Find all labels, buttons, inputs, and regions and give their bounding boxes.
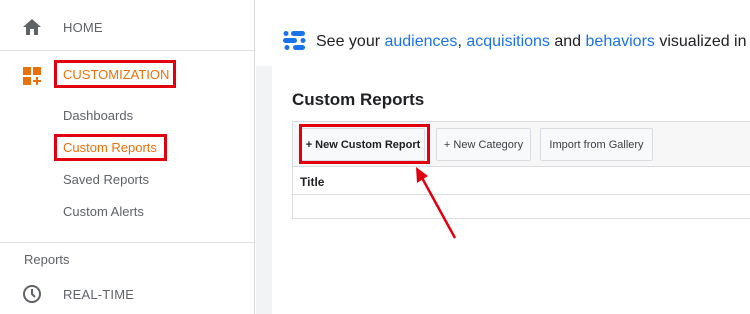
banner-sep: , [457,33,467,50]
divider [0,242,254,243]
link-behaviors[interactable]: behaviors [586,33,655,50]
banner-sep: and [549,33,586,50]
home-icon [23,19,41,35]
section-title-reports: Reports [24,252,70,267]
banner-prefix: See your [316,33,385,50]
highlight-box-custom-reports [54,134,167,161]
highlight-box-new-custom-report [299,124,430,164]
custom-reports-card: Custom Reports + New Custom Report + New… [272,66,750,314]
nav-home[interactable]: HOME [0,7,254,47]
link-audiences[interactable]: audiences [384,33,457,50]
nav-realtime[interactable]: REAL-TIME [0,276,254,312]
import-from-gallery-button[interactable]: Import from Gallery [540,128,653,161]
sidebar: HOME CUSTOMIZATION Dashboards Custom Rep… [0,0,255,314]
customization-icon [23,67,41,85]
divider [0,50,254,51]
nav-realtime-label: REAL-TIME [63,286,135,302]
insights-banner: See your audiences, acquisitions and beh… [256,0,750,66]
highlight-box-customization [54,60,176,88]
nav-home-label: HOME [63,19,103,35]
banner-text: See your audiences, acquisitions and beh… [316,33,750,51]
new-category-button[interactable]: + New Category [436,128,531,161]
link-acquisitions[interactable]: acquisitions [466,33,550,50]
sidebar-item-dashboards[interactable]: Dashboards [63,108,133,123]
table-header-title[interactable]: Title [292,167,750,195]
sidebar-item-custom-alerts[interactable]: Custom Alerts [63,204,144,219]
insights-icon [283,31,306,50]
table-row [292,195,750,219]
sidebar-item-saved-reports[interactable]: Saved Reports [63,172,149,187]
clock-icon [23,285,41,303]
page-title: Custom Reports [292,90,425,109]
banner-suffix: visualized in a [654,33,750,50]
